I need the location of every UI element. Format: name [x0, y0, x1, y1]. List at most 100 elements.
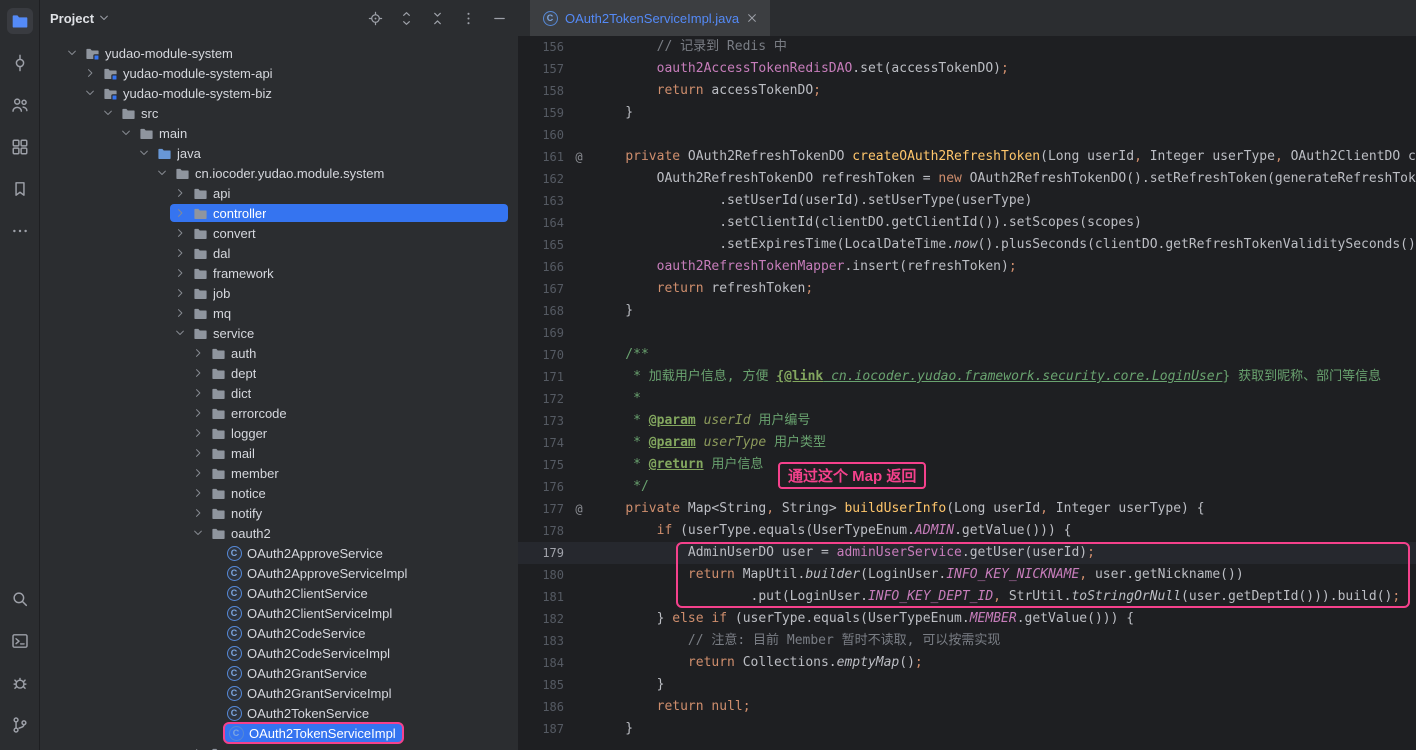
chevron-right-icon[interactable]	[191, 446, 205, 460]
tree-item-java[interactable]: java	[40, 143, 518, 163]
code-line[interactable]: 164 .setClientId(clientDO.getClientId())…	[518, 212, 1416, 234]
tree-item-oauth2tokenserviceimpl[interactable]: COAuth2TokenServiceImpl	[40, 723, 518, 743]
code-line[interactable]: 158 return accessTokenDO;	[518, 80, 1416, 102]
branch-icon[interactable]	[7, 712, 33, 738]
tree-item-member[interactable]: member	[40, 463, 518, 483]
chevron-right-icon[interactable]	[191, 486, 205, 500]
code-line[interactable]: 183 // 注意: 目前 Member 暂时不读取, 可以按需实现	[518, 630, 1416, 652]
tree-item-errorcode[interactable]: errorcode	[40, 403, 518, 423]
line-number[interactable]: 171	[518, 366, 564, 388]
tree-item[interactable]	[40, 743, 518, 750]
chevron-right-icon[interactable]	[191, 366, 205, 380]
code-line[interactable]: 184 return Collections.emptyMap();	[518, 652, 1416, 674]
code-line[interactable]: 169	[518, 322, 1416, 344]
chevron-right-icon[interactable]	[173, 306, 187, 320]
more-vertical-icon[interactable]	[459, 9, 477, 27]
code-line[interactable]: 172 *	[518, 388, 1416, 410]
line-number[interactable]: 157	[518, 58, 564, 80]
tree-item-oauth2tokenservice[interactable]: COAuth2TokenService	[40, 703, 518, 723]
bookmarks-icon[interactable]	[7, 176, 33, 202]
tree-item-service[interactable]: service	[40, 323, 518, 343]
chevron-right-icon[interactable]	[173, 246, 187, 260]
code-line[interactable]: 180 return MapUtil.builder(LoginUser.INF…	[518, 564, 1416, 586]
line-number[interactable]: 162	[518, 168, 564, 190]
commit-icon[interactable]	[7, 50, 33, 76]
pull-requests-icon[interactable]	[7, 92, 33, 118]
code-line[interactable]: 161@ private OAuth2RefreshTokenDO create…	[518, 146, 1416, 168]
line-number[interactable]: 165	[518, 234, 564, 256]
line-number[interactable]: 161	[518, 146, 564, 168]
chevron-down-icon[interactable]	[65, 46, 79, 60]
code-line[interactable]: 163 .setUserId(userId).setUserType(userT…	[518, 190, 1416, 212]
line-number[interactable]: 156	[518, 36, 564, 58]
chevron-right-icon[interactable]	[191, 346, 205, 360]
line-number[interactable]: 168	[518, 300, 564, 322]
tree-item-oauth2grantservice[interactable]: COAuth2GrantService	[40, 663, 518, 683]
chevron-down-icon[interactable]	[137, 146, 151, 160]
line-number[interactable]: 172	[518, 388, 564, 410]
line-number[interactable]: 182	[518, 608, 564, 630]
tree-item-dal[interactable]: dal	[40, 243, 518, 263]
structure-icon[interactable]	[7, 134, 33, 160]
code-line[interactable]: 160	[518, 124, 1416, 146]
chevron-right-icon[interactable]	[191, 426, 205, 440]
code-line[interactable]: 157 oauth2AccessTokenRedisDAO.set(access…	[518, 58, 1416, 80]
code-line[interactable]: 178 if (userType.equals(UserTypeEnum.ADM…	[518, 520, 1416, 542]
line-number[interactable]: 180	[518, 564, 564, 586]
code-line[interactable]: 182 } else if (userType.equals(UserTypeE…	[518, 608, 1416, 630]
code-line[interactable]: 159 }	[518, 102, 1416, 124]
line-number[interactable]: 186	[518, 696, 564, 718]
line-number[interactable]: 175	[518, 454, 564, 476]
tree-item-cn-iocoder-yudao-module-system[interactable]: cn.iocoder.yudao.module.system	[40, 163, 518, 183]
project-view-selector[interactable]: Project	[50, 11, 110, 26]
code-line[interactable]: 174 * @param userType 用户类型	[518, 432, 1416, 454]
tree-item-mq[interactable]: mq	[40, 303, 518, 323]
line-number[interactable]: 173	[518, 410, 564, 432]
tree-item-src[interactable]: src	[40, 103, 518, 123]
line-number[interactable]: 160	[518, 124, 564, 146]
chevron-right-icon[interactable]	[191, 746, 205, 750]
code-line[interactable]: 187 }	[518, 718, 1416, 740]
tree-item-oauth2grantserviceimpl[interactable]: COAuth2GrantServiceImpl	[40, 683, 518, 703]
line-number[interactable]: 169	[518, 322, 564, 344]
expand-all-icon[interactable]	[397, 9, 415, 27]
chevron-down-icon[interactable]	[173, 326, 187, 340]
tree-item-mail[interactable]: mail	[40, 443, 518, 463]
line-number[interactable]: 167	[518, 278, 564, 300]
code-line[interactable]: 170 /**	[518, 344, 1416, 366]
close-icon[interactable]	[746, 12, 758, 24]
line-number[interactable]: 158	[518, 80, 564, 102]
project-icon[interactable]	[7, 8, 33, 34]
tree-item-yudao-module-system[interactable]: yudao-module-system	[40, 43, 518, 63]
debug-icon[interactable]	[7, 670, 33, 696]
tree-item-controller[interactable]: controller	[40, 203, 518, 223]
code-line[interactable]: 176 */	[518, 476, 1416, 498]
tree-item-oauth2clientservice[interactable]: COAuth2ClientService	[40, 583, 518, 603]
code-line[interactable]: 175 * @return 用户信息	[518, 454, 1416, 476]
chevron-down-icon[interactable]	[191, 526, 205, 540]
code-line[interactable]: 162 OAuth2RefreshTokenDO refreshToken = …	[518, 168, 1416, 190]
hide-icon[interactable]	[490, 9, 508, 27]
chevron-right-icon[interactable]	[173, 186, 187, 200]
chevron-right-icon[interactable]	[191, 506, 205, 520]
line-number[interactable]: 178	[518, 520, 564, 542]
line-number[interactable]: 174	[518, 432, 564, 454]
code-line[interactable]: 181 .put(LoginUser.INFO_KEY_DEPT_ID, Str…	[518, 586, 1416, 608]
code-line[interactable]: 167 return refreshToken;	[518, 278, 1416, 300]
line-number[interactable]: 170	[518, 344, 564, 366]
locate-icon[interactable]	[366, 9, 384, 27]
line-number[interactable]: 184	[518, 652, 564, 674]
chevron-right-icon[interactable]	[173, 226, 187, 240]
tree-item-yudao-module-system-biz[interactable]: yudao-module-system-biz	[40, 83, 518, 103]
line-number[interactable]: 163	[518, 190, 564, 212]
tree-item-dict[interactable]: dict	[40, 383, 518, 403]
code-line[interactable]: 156 // 记录到 Redis 中	[518, 36, 1416, 58]
line-number[interactable]: 177	[518, 498, 564, 520]
tree-item-api[interactable]: api	[40, 183, 518, 203]
tree-item-oauth2codeserviceimpl[interactable]: COAuth2CodeServiceImpl	[40, 643, 518, 663]
code-line[interactable]: 177@ private Map<String, String> buildUs…	[518, 498, 1416, 520]
code-line[interactable]: 168 }	[518, 300, 1416, 322]
chevron-down-icon[interactable]	[101, 106, 115, 120]
chevron-right-icon[interactable]	[191, 406, 205, 420]
chevron-right-icon[interactable]	[191, 466, 205, 480]
